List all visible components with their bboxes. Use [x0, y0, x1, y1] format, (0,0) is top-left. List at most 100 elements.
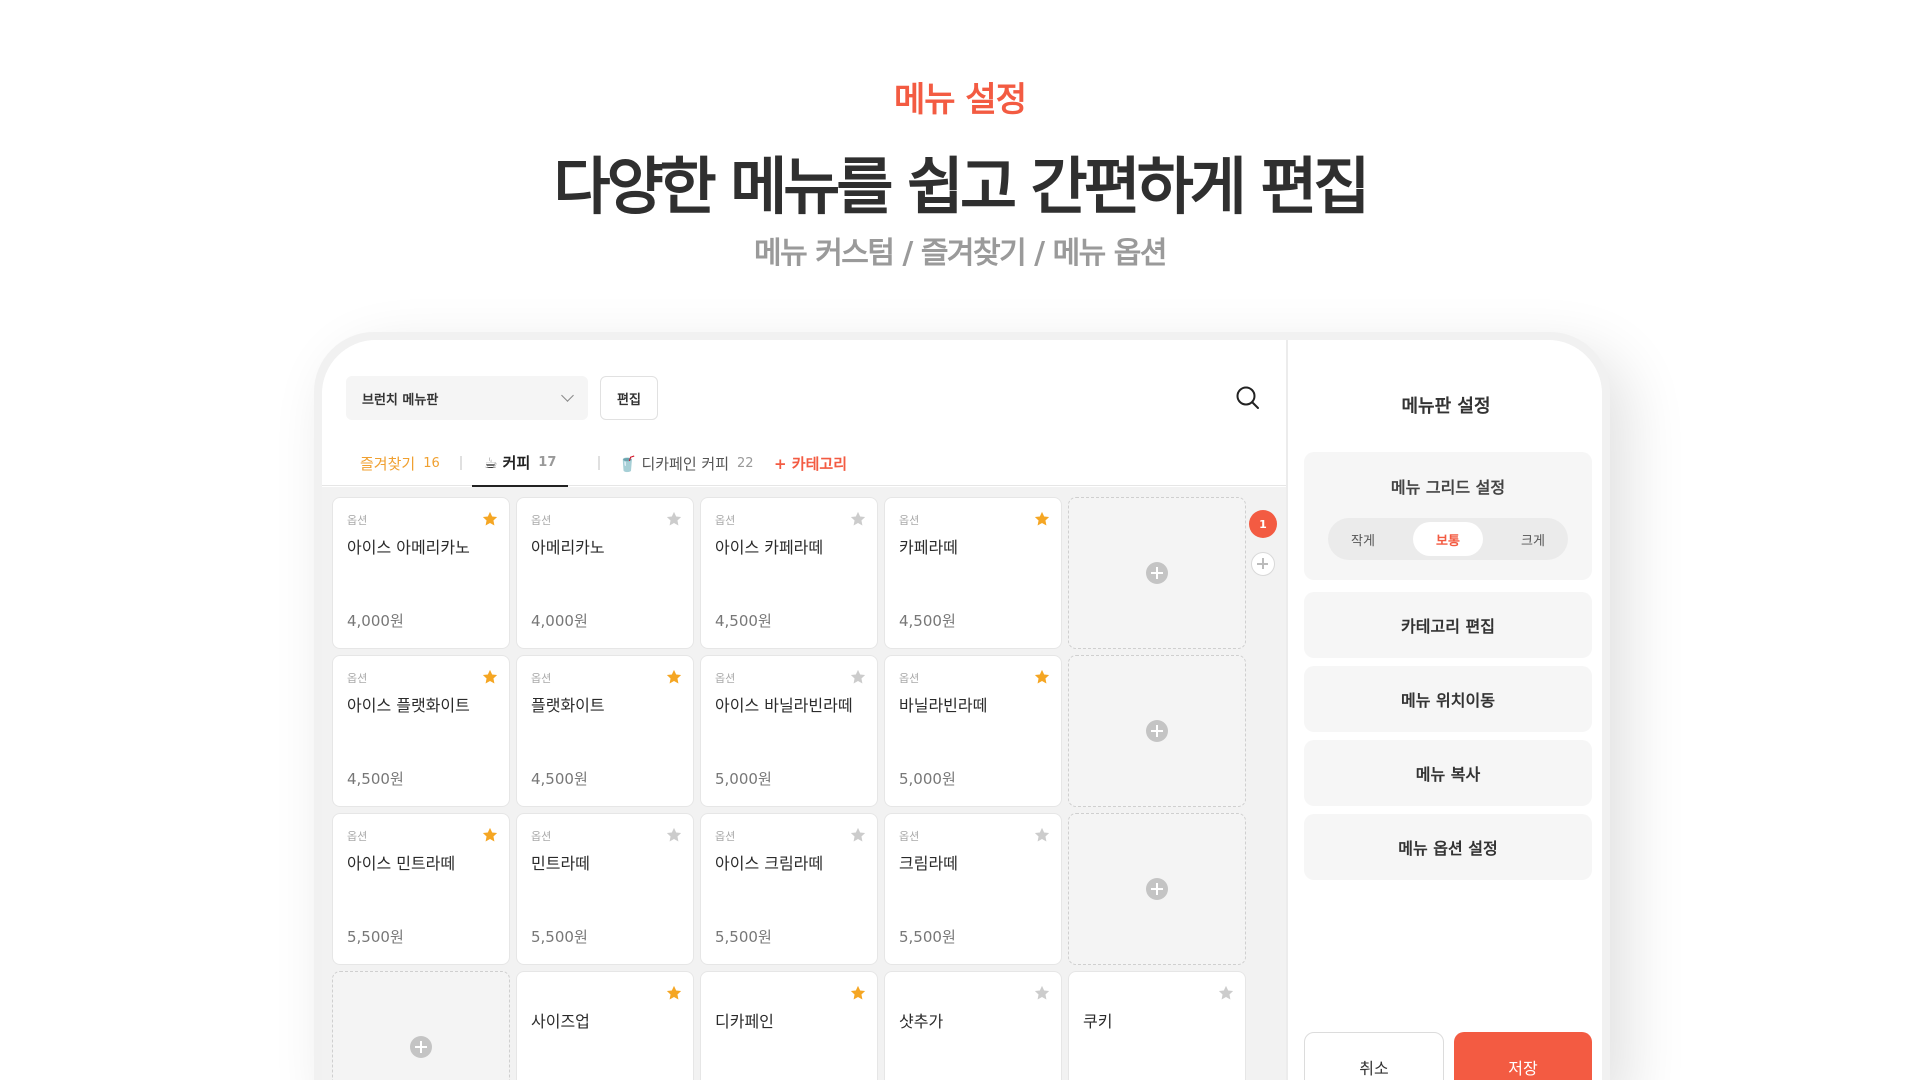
- star-outline-icon[interactable]: [849, 826, 867, 844]
- star-filled-icon[interactable]: [849, 984, 867, 1002]
- chevron-down-icon: [561, 389, 574, 402]
- tablet-screen: 브런치 메뉴판 편집 즐겨찾기 16 ☕ 커피 17 🥤 디카페인 커피 22 …: [322, 340, 1602, 1080]
- star-filled-icon[interactable]: [481, 826, 499, 844]
- star-filled-icon[interactable]: [665, 668, 683, 686]
- hero-eyebrow: 메뉴 설정: [894, 80, 1027, 120]
- star-filled-icon[interactable]: [481, 668, 499, 686]
- menu-name: 아이스 크림라떼: [715, 854, 824, 873]
- menu-card[interactable]: 옵션 아메리카노 4,000원: [516, 497, 694, 649]
- menu-name: 아이스 아메리카노: [347, 538, 470, 557]
- menu-card[interactable]: 옵션 아이스 크림라떼 5,500원: [700, 813, 878, 965]
- star-outline-icon[interactable]: [665, 510, 683, 528]
- star-outline-icon[interactable]: [849, 668, 867, 686]
- menu-price: 5,500원: [715, 928, 772, 946]
- menu-name: 사이즈업: [531, 1012, 590, 1031]
- tab-count: 17: [538, 455, 557, 470]
- star-outline-icon[interactable]: [1033, 984, 1051, 1002]
- star-outline-icon[interactable]: [665, 826, 683, 844]
- option-tag: 옵션: [715, 672, 736, 685]
- option-tag: 옵션: [531, 514, 552, 527]
- menu-card[interactable]: 옵션 플랫화이트 4,500원: [516, 655, 694, 807]
- empty-menu-slot[interactable]: [1068, 813, 1246, 965]
- star-filled-icon[interactable]: [1033, 668, 1051, 686]
- star-outline-icon[interactable]: [1033, 826, 1051, 844]
- edit-button[interactable]: 편집: [600, 376, 658, 420]
- edit-category-button[interactable]: 카테고리 편집: [1304, 592, 1592, 658]
- option-tag: 옵션: [899, 830, 920, 843]
- menu-name: 크림라떼: [899, 854, 958, 873]
- tab-coffee[interactable]: ☕ 커피 17: [472, 440, 568, 487]
- menu-price: 4,500원: [899, 612, 956, 630]
- menu-card[interactable]: 옵션민트라떼 5,500원: [516, 813, 694, 965]
- menu-card[interactable]: 옵션 아이스 아메리카노 4,000원: [332, 497, 510, 649]
- star-filled-icon[interactable]: [1033, 510, 1051, 528]
- tab-decaf-coffee[interactable]: 🥤 디카페인 커피 22: [618, 440, 754, 486]
- hero-headline: 다양한 메뉴를 쉽고 간편하게 편집: [553, 150, 1371, 223]
- menu-card[interactable]: 사이즈업: [516, 971, 694, 1080]
- menu-name: 민트라떼: [531, 854, 590, 873]
- menu-card[interactable]: 샷추가: [884, 971, 1062, 1080]
- menu-grid: 옵션 아이스 아메리카노 4,000원 옵션 아메리카노 4,000원 옵션 아이스 카페라떼…: [322, 487, 1286, 1080]
- copy-menu-button[interactable]: 메뉴 복사: [1304, 740, 1592, 806]
- hero-subline: 메뉴 커스텀 / 즐겨찾기 / 메뉴 옵션: [754, 236, 1167, 271]
- save-button[interactable]: 저장: [1454, 1032, 1592, 1080]
- empty-menu-slot[interactable]: [332, 971, 510, 1080]
- menu-card[interactable]: 옵션바닐라빈라떼 5,000원: [884, 655, 1062, 807]
- menu-name: 아이스 바닐라빈라떼: [715, 696, 853, 715]
- tab-favorites[interactable]: 즐겨찾기 16: [360, 440, 440, 486]
- move-menu-button[interactable]: 메뉴 위치이동: [1304, 666, 1592, 732]
- search-icon[interactable]: [1234, 384, 1262, 412]
- grid-size-small[interactable]: 작게: [1328, 522, 1398, 556]
- menu-board-name: 브런치 메뉴판: [362, 392, 439, 408]
- tab-label: 즐겨찾기: [360, 454, 416, 473]
- tablet-frame: 브런치 메뉴판 편집 즐겨찾기 16 ☕ 커피 17 🥤 디카페인 커피 22 …: [314, 332, 1610, 1080]
- menu-name: 카페라떼: [899, 538, 958, 557]
- menu-board-editor: 브런치 메뉴판 편집 즐겨찾기 16 ☕ 커피 17 🥤 디카페인 커피 22 …: [322, 340, 1286, 1080]
- category-tabs: 즐겨찾기 16 ☕ 커피 17 🥤 디카페인 커피 22 + 카테고리: [322, 440, 1286, 487]
- menu-price: 4,500원: [715, 612, 772, 630]
- panel-title: 메뉴판 설정: [1401, 396, 1491, 417]
- menu-card[interactable]: 옵션아이스 바닐라빈라떼 5,000원: [700, 655, 878, 807]
- star-outline-icon[interactable]: [1217, 984, 1235, 1002]
- option-tag: 옵션: [347, 514, 368, 527]
- menu-price: 5,000원: [899, 770, 956, 788]
- empty-menu-slot[interactable]: [1068, 497, 1246, 649]
- menu-card[interactable]: 옵션 아이스 카페라떼 4,500원: [700, 497, 878, 649]
- option-tag: 옵션: [715, 514, 736, 527]
- menu-card[interactable]: 옵션 카페라떼 4,500원: [884, 497, 1062, 649]
- grid-size-large[interactable]: 크게: [1498, 522, 1568, 556]
- menu-price: 5,500원: [531, 928, 588, 946]
- menu-card[interactable]: 디카페인: [700, 971, 878, 1080]
- menu-option-settings-button[interactable]: 메뉴 옵션 설정: [1304, 814, 1592, 880]
- grid-setting-label: 메뉴 그리드 설정: [1390, 478, 1506, 497]
- grid-size-segmented-control: 작게 보통 크게: [1328, 518, 1568, 560]
- menu-card[interactable]: 쿠키: [1068, 971, 1246, 1080]
- menu-name: 아이스 민트라떼: [347, 854, 456, 873]
- star-outline-icon[interactable]: [849, 510, 867, 528]
- add-category-button[interactable]: + 카테고리: [774, 440, 847, 486]
- empty-menu-slot[interactable]: [1068, 655, 1246, 807]
- option-tag: 옵션: [347, 830, 368, 843]
- plus-icon: [1146, 878, 1168, 900]
- grid-size-medium[interactable]: 보통: [1413, 522, 1483, 556]
- menu-card[interactable]: 옵션아이스 민트라떼 5,500원: [332, 813, 510, 965]
- menu-card[interactable]: 옵션 아이스 플랫화이트 4,500원: [332, 655, 510, 807]
- star-filled-icon[interactable]: [665, 984, 683, 1002]
- menu-name: 바닐라빈라떼: [899, 696, 988, 715]
- menu-price: 5,000원: [715, 770, 772, 788]
- menu-price: 5,500원: [347, 928, 404, 946]
- option-tag: 옵션: [899, 672, 920, 685]
- tab-count: 16: [423, 455, 440, 471]
- menu-board-select[interactable]: 브런치 메뉴판: [346, 376, 588, 420]
- page-indicator[interactable]: 1: [1249, 510, 1277, 538]
- add-page-button[interactable]: [1251, 552, 1275, 576]
- option-tag: 옵션: [531, 830, 552, 843]
- menu-name: 디카페인: [715, 1012, 774, 1031]
- grid-size-setting: 메뉴 그리드 설정 작게 보통 크게: [1304, 452, 1592, 580]
- cancel-button[interactable]: 취소: [1304, 1032, 1444, 1080]
- menu-card[interactable]: 옵션 크림라떼 5,500원: [884, 813, 1062, 965]
- tab-divider: [598, 456, 600, 470]
- tab-divider: [460, 456, 462, 470]
- star-filled-icon[interactable]: [481, 510, 499, 528]
- menu-name: 샷추가: [899, 1012, 944, 1031]
